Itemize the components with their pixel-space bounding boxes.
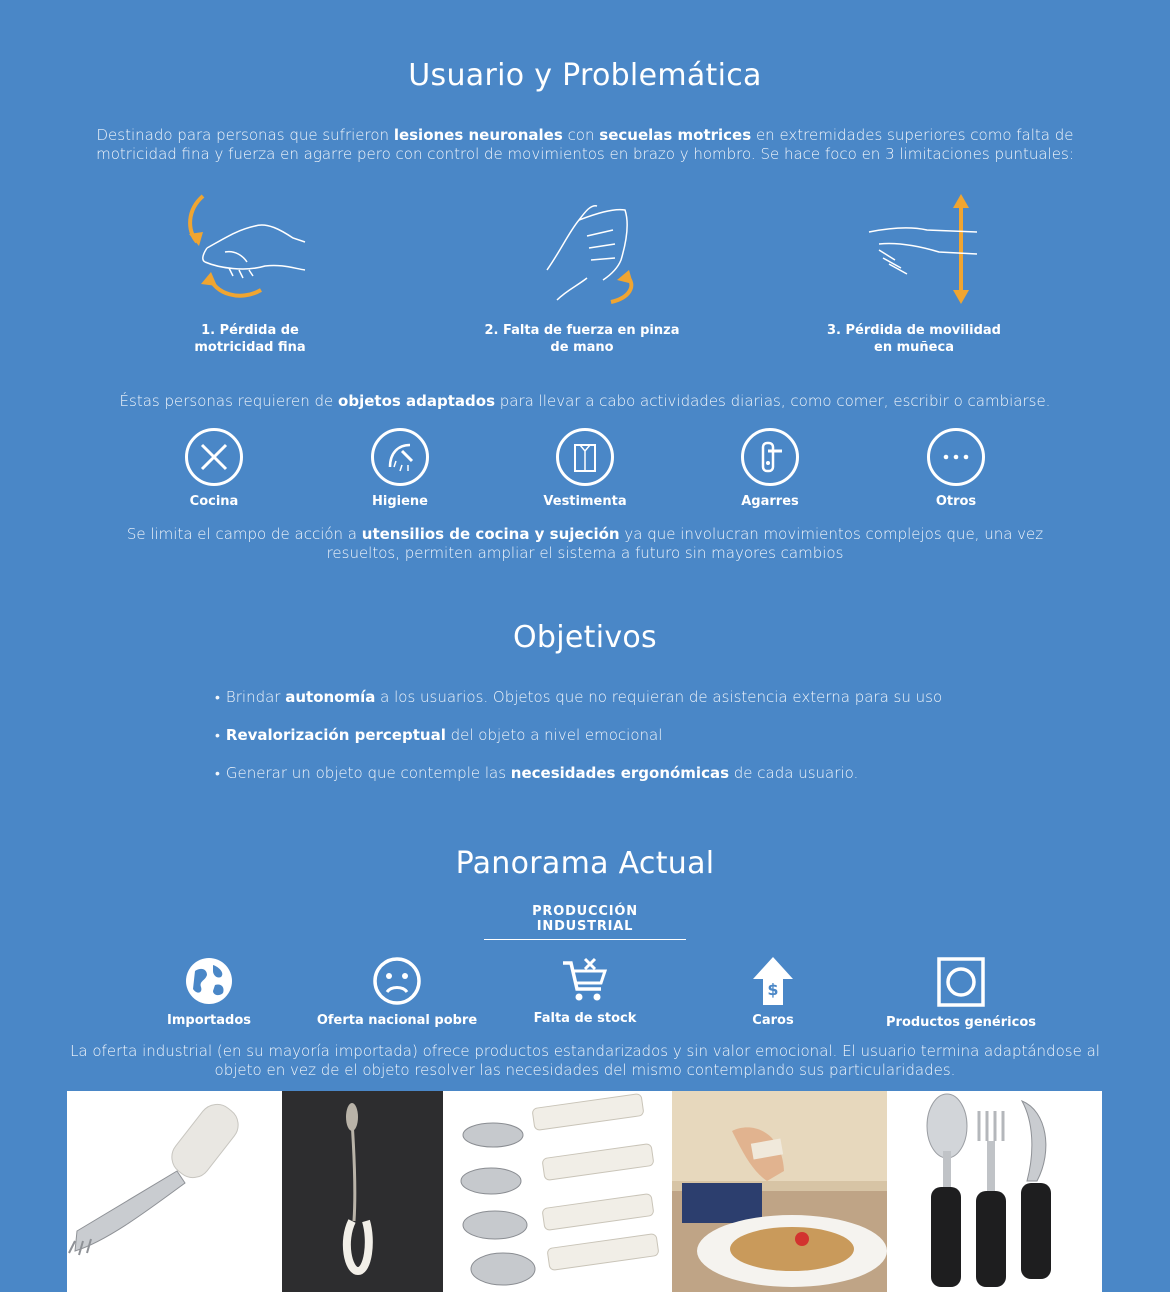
issue-label: Productos genéricos (886, 1015, 1036, 1030)
category-agarres: Agarres (690, 428, 850, 509)
generic-product-icon (937, 957, 985, 1007)
limitation-3-line2: en muñeca (874, 340, 954, 355)
cart-x-icon (563, 957, 608, 1001)
globe-icon (186, 958, 232, 1004)
issue-importados: Importados (119, 955, 299, 1028)
hand-pinch-icon (188, 194, 306, 298)
limitation-2-line2: de mano (550, 340, 614, 355)
section-title-objetivos: Objetivos (513, 620, 657, 655)
cutlery-icon (185, 428, 243, 486)
summary-paragraph: La oferta industrial (en su mayoría impo… (70, 1042, 1100, 1079)
objective-item: • Generar un objeto que contemple las nec… (215, 764, 859, 782)
category-label: Cocina (189, 494, 239, 509)
issue-caros: $ Caros (683, 955, 863, 1028)
issue-label: Falta de stock (533, 1011, 637, 1026)
issue-stock: Falta de stock (495, 955, 675, 1026)
category-label: Agarres (741, 494, 799, 509)
category-vestimenta: Vestimenta (505, 428, 665, 509)
limitation-muneca: 3. Pérdida de movilidad en muñeca (794, 190, 1034, 356)
wrist-rotation-icon (868, 194, 978, 304)
intro-paragraph: Destinado para personas que sufrieron le… (96, 126, 1074, 163)
issue-label: Oferta nacional pobre (316, 1013, 478, 1028)
need-paragraph: Éstas personas requieren de objetos adap… (119, 392, 1051, 410)
sad-face-icon (373, 957, 421, 1005)
svg-text:$: $ (767, 980, 778, 999)
photo-bent-spoon (282, 1091, 443, 1292)
limitation-2-line1: 2. Falta de fuerza en pinza (484, 323, 680, 338)
hand-grip-icon (546, 204, 634, 304)
shirt-icon (556, 428, 614, 486)
limitation-1-line2: motricidad fina (194, 340, 306, 355)
limitation-fuerza: 2. Falta de fuerza en pinza de mano (462, 190, 702, 356)
shower-icon (371, 428, 429, 486)
category-cocina: Cocina (134, 428, 294, 509)
issue-oferta: Oferta nacional pobre (307, 955, 487, 1028)
category-otros: Otros (876, 428, 1036, 509)
issue-label: Caros (752, 1013, 794, 1028)
category-higiene: Higiene (320, 428, 480, 509)
issue-label: Importados (167, 1013, 251, 1028)
scope-paragraph: Se limita el campo de acción a utensilio… (126, 525, 1044, 562)
limitation-motricidad: 1. Pérdida de motricidad fina (130, 190, 370, 356)
photo-adapted-knife-fork (67, 1091, 282, 1292)
photo-utensil-set (443, 1091, 672, 1292)
limitation-3-line1: 3. Pérdida de movilidad (827, 323, 1001, 338)
more-icon (927, 428, 985, 486)
category-label: Higiene (372, 494, 428, 509)
objective-item: • Revalorización perceptual del objeto a … (215, 726, 663, 744)
product-photos (67, 1091, 1102, 1292)
section-title-usuario: Usuario y Problemática (408, 58, 762, 93)
section-title-panorama: Panorama Actual (455, 846, 715, 881)
price-up-icon: $ (753, 957, 793, 1005)
issue-genericos: Productos genéricos (871, 955, 1051, 1030)
objective-item: • Brindar autonomía a los usuarios. Objet… (215, 688, 943, 706)
limitation-1-line1: 1. Pérdida de (201, 323, 299, 338)
objectives-list: • Brindar autonomía a los usuarios. Objet… (215, 687, 975, 801)
subtitle-produccion: PRODUCCIÓN INDUSTRIAL (484, 904, 686, 940)
photo-black-handle-cutlery (887, 1091, 1102, 1292)
photo-hand-strap-cereal (672, 1091, 887, 1292)
category-label: Vestimenta (543, 494, 627, 509)
category-label: Otros (935, 494, 977, 509)
door-handle-icon (741, 428, 799, 486)
